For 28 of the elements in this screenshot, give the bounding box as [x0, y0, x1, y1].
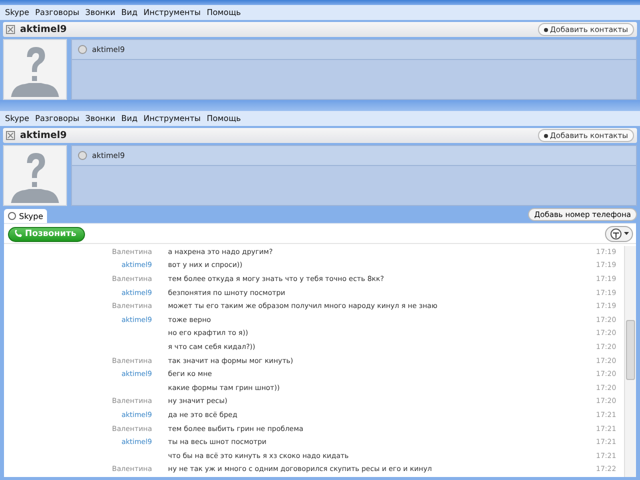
menu-item[interactable]: Инструменты [143, 8, 201, 17]
tab[interactable]: Skype [4, 209, 48, 223]
contact-name: aktimel9 [20, 24, 68, 35]
menu-item[interactable]: Skype [5, 8, 30, 17]
menu-item[interactable]: Звонки [85, 8, 116, 17]
contact-name: aktimel9 [20, 130, 68, 141]
menu-item[interactable]: Разговоры [35, 8, 80, 17]
skype-icon [8, 212, 16, 220]
call-options-icon [609, 228, 623, 240]
skype-status-icon [78, 45, 87, 54]
menu-item[interactable]: Помощь [206, 114, 241, 123]
dot-icon [544, 28, 548, 32]
phone-icon [14, 230, 22, 238]
menu-item[interactable]: Разговоры [35, 114, 80, 123]
menu-item[interactable]: Вид [121, 8, 138, 17]
scrollbar-thumb[interactable] [626, 320, 635, 380]
contact-icon [6, 25, 15, 34]
menu-item[interactable]: Вид [121, 114, 138, 123]
menu-item[interactable]: Инструменты [143, 114, 201, 123]
scrollbar[interactable] [624, 246, 636, 477]
menu-item[interactable]: Звонки [85, 114, 116, 123]
options-button[interactable] [605, 226, 633, 242]
caret-icon [624, 232, 629, 236]
skype-status-icon [78, 151, 87, 160]
menu-item[interactable]: Помощь [206, 8, 241, 17]
contact-icon [6, 131, 15, 140]
menu-item[interactable]: Skype [5, 114, 30, 123]
dot-icon [544, 134, 548, 138]
